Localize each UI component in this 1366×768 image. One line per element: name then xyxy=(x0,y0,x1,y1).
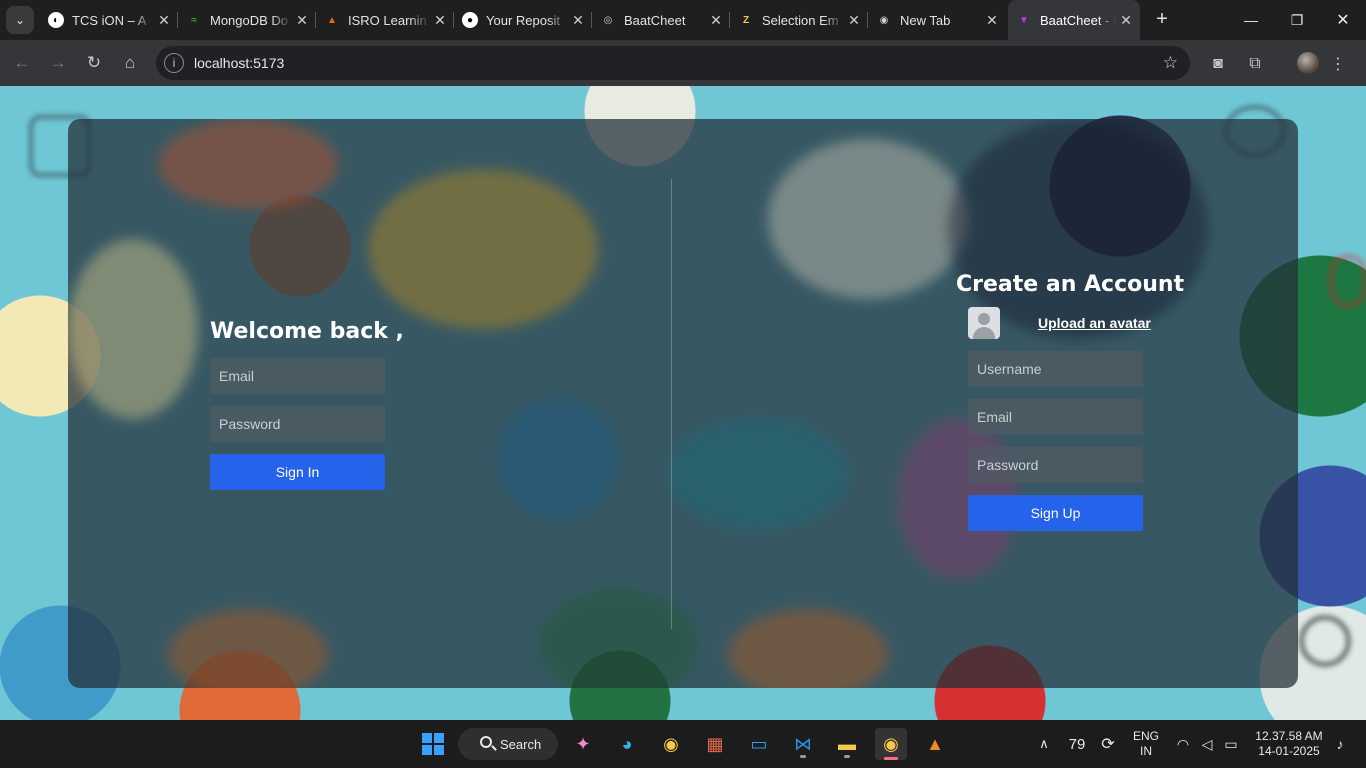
isro-icon: ▲ xyxy=(327,14,337,26)
language-indicator[interactable]: ENG IN xyxy=(1128,720,1164,768)
wifi-icon[interactable]: ◠ xyxy=(1172,720,1194,768)
screenshot-icon[interactable]: ◙ xyxy=(1206,52,1230,76)
battery-icon[interactable]: ▭ xyxy=(1220,720,1242,768)
home-button[interactable]: ⌂ xyxy=(117,50,143,76)
tab-github[interactable]: ● Your Reposit ✕ xyxy=(454,0,592,40)
login-form: Welcome back , Sign In xyxy=(210,319,404,490)
section-divider xyxy=(671,179,672,629)
signup-title: Create an Account xyxy=(956,272,1185,297)
signup-password-input[interactable] xyxy=(968,447,1143,483)
tcs-icon: ◐ xyxy=(48,12,64,28)
edge-icon[interactable]: ◕ xyxy=(611,728,643,760)
reload-button[interactable]: ↻ xyxy=(81,50,107,76)
windows-taskbar: Search ✦ ◕ ◉ ▦ ▭ ⋈ ▬ ◉ ▲ ∧ 79 ⟳ ENG IN ◠… xyxy=(0,720,1366,768)
github-icon: ● xyxy=(462,12,478,28)
extensions-icon[interactable]: ⧉ xyxy=(1243,52,1267,76)
arrow-right-icon: → xyxy=(49,53,67,72)
tray-overflow-icon[interactable]: ∧ xyxy=(1034,720,1054,768)
search-icon xyxy=(480,736,492,748)
close-tab-icon[interactable]: ✕ xyxy=(982,12,1002,29)
windows-logo-icon xyxy=(422,733,444,755)
auth-card: Welcome back , Sign In Create an Account… xyxy=(68,119,1298,688)
chrome-taskbar-icon[interactable]: ◉ xyxy=(655,728,687,760)
close-tab-icon[interactable]: ✕ xyxy=(568,12,588,29)
arrow-left-icon: ← xyxy=(13,53,31,72)
taskbar-search[interactable]: Search xyxy=(458,728,558,760)
signup-form: Create an Account Upload an avatar Sign … xyxy=(956,272,1185,531)
restore-button[interactable]: ❐ xyxy=(1274,0,1320,40)
mongodb-icon: ≈ xyxy=(191,14,197,26)
tab-mongodb[interactable]: ≈ MongoDB Do ✕ xyxy=(178,0,316,40)
browser-toolbar: ← → ↻ ⌂ i localhost:5173 ☆ ◙ ⧉ ⋮ xyxy=(0,40,1366,86)
file-explorer-icon[interactable]: ▬ xyxy=(831,728,863,760)
close-tab-icon[interactable]: ✕ xyxy=(844,12,864,29)
reload-icon: ↻ xyxy=(86,53,102,72)
login-email-input[interactable] xyxy=(210,358,385,394)
tab-baatcheet-active[interactable]: ▼ BaatCheet - ( ✕ xyxy=(1008,0,1140,40)
url-text[interactable]: localhost:5173 xyxy=(194,55,284,71)
avatar-upload-row: Upload an avatar xyxy=(968,307,1176,343)
login-title: Welcome back , xyxy=(210,319,404,344)
login-password-input[interactable] xyxy=(210,406,385,442)
avatar-placeholder-icon[interactable] xyxy=(968,307,1000,339)
close-window-button[interactable]: ✕ xyxy=(1320,0,1366,40)
tab-isro[interactable]: ▲ ISRO Learnin ✕ xyxy=(316,0,454,40)
back-button[interactable]: ← xyxy=(9,50,35,76)
chrome-active-icon[interactable]: ◉ xyxy=(875,728,907,760)
home-icon: ⌂ xyxy=(124,53,136,72)
clock[interactable]: 12.37.58 AM 14-01-2025 xyxy=(1250,720,1328,768)
sign-up-button[interactable]: Sign Up xyxy=(968,495,1143,531)
tab-baatcheet[interactable]: ◎ BaatCheet ✕ xyxy=(592,0,730,40)
vscode-icon[interactable]: ⋈ xyxy=(787,728,819,760)
browser-tab-strip: ⌄ ◐ TCS iON – A ✕ ≈ MongoDB Do ✕ ▲ ISRO … xyxy=(0,0,1366,40)
bookmark-star-icon[interactable]: ☆ xyxy=(1163,53,1178,73)
address-bar[interactable]: i localhost:5173 ☆ xyxy=(156,46,1190,80)
chrome-icon: ◉ xyxy=(879,14,889,26)
selection-icon: Z xyxy=(742,14,750,26)
close-tab-icon[interactable]: ✕ xyxy=(706,12,726,29)
monitor-icon[interactable]: ▭ xyxy=(743,728,775,760)
profile-avatar[interactable] xyxy=(1297,52,1319,74)
close-tab-icon[interactable]: ✕ xyxy=(430,12,450,29)
page-background: Welcome back , Sign In Create an Account… xyxy=(0,86,1366,720)
weather-widget[interactable]: 79 xyxy=(1062,720,1092,768)
new-tab-button[interactable]: + xyxy=(1150,8,1174,32)
close-tab-icon[interactable]: ✕ xyxy=(154,12,174,29)
start-button[interactable] xyxy=(417,728,449,760)
chevron-down-icon: ⌄ xyxy=(14,13,26,27)
signup-fields: Sign Up xyxy=(968,351,1176,531)
store-icon[interactable]: ▦ xyxy=(699,728,731,760)
close-tab-icon[interactable]: ✕ xyxy=(1116,12,1136,29)
minimize-button[interactable]: — xyxy=(1228,0,1274,40)
signup-email-input[interactable] xyxy=(968,399,1143,435)
tab-new-tab[interactable]: ◉ New Tab ✕ xyxy=(868,0,1006,40)
vite-icon: ▼ xyxy=(1019,14,1029,26)
sign-in-button[interactable]: Sign In xyxy=(210,454,385,490)
close-tab-icon[interactable]: ✕ xyxy=(292,12,312,29)
heart-doodle xyxy=(1330,256,1366,306)
vlc-icon[interactable]: ▲ xyxy=(919,728,951,760)
notification-bell-icon[interactable]: ♪ xyxy=(1330,720,1350,768)
site-info-icon[interactable]: i xyxy=(164,53,184,73)
menu-kebab-icon[interactable]: ⋮ xyxy=(1326,52,1350,76)
tab-tcs-ion[interactable]: ◐ TCS iON – A ✕ xyxy=(40,0,178,40)
copilot-icon[interactable]: ✦ xyxy=(567,728,599,760)
upload-avatar-link[interactable]: Upload an avatar xyxy=(1038,315,1151,331)
volume-icon[interactable]: ◁ xyxy=(1196,720,1218,768)
sync-icon[interactable]: ⟳ xyxy=(1096,720,1120,768)
tab-selection[interactable]: Z Selection Em ✕ xyxy=(730,0,868,40)
tab-search-button[interactable]: ⌄ xyxy=(6,6,34,34)
at-sign-doodle xyxy=(1300,616,1350,666)
globe-icon: ◎ xyxy=(603,14,613,26)
forward-button[interactable]: → xyxy=(45,50,71,76)
signup-username-input[interactable] xyxy=(968,351,1143,387)
